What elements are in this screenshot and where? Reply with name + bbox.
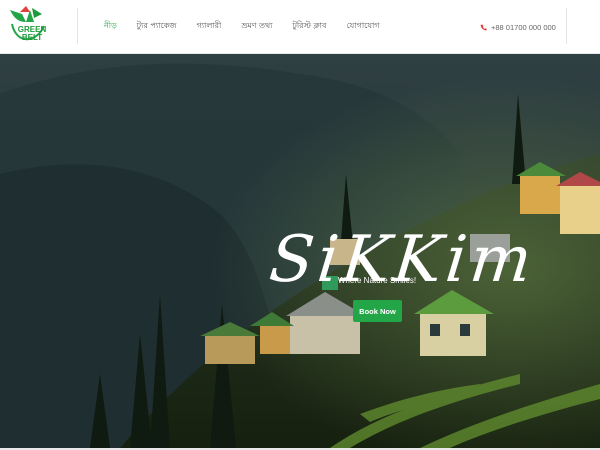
logo-text: GREEN BELT xyxy=(12,26,52,42)
nav-item-gallery[interactable]: গ্যালারী xyxy=(196,20,221,34)
hero-banner: SiKKim Where Nature Smiles! Book Now xyxy=(0,54,600,448)
main-nav: নীড় ট্যুর প্যাকেজ গ্যালারী ভ্রমণ তথ্য ট… xyxy=(104,20,400,34)
nav-item-contact[interactable]: যোগাযোগ xyxy=(346,20,379,34)
hero-subtitle: Where Nature Smiles! xyxy=(337,276,417,285)
phone-icon xyxy=(480,24,487,31)
phone-number: +88 01700 000 000 xyxy=(491,22,556,32)
site-header: GREEN BELT নীড় ট্যুর প্যাকেজ গ্যালারী ভ… xyxy=(0,0,600,54)
logo-line-belt: BELT xyxy=(21,33,43,42)
book-now-button[interactable]: Book Now xyxy=(353,300,402,322)
green-belt-logo[interactable]: GREEN BELT xyxy=(6,4,50,48)
hero-title: SiKKim xyxy=(266,223,539,297)
nav-item-tourist-club[interactable]: টুরিস্ট ক্লাব xyxy=(293,20,327,34)
header-divider-right xyxy=(566,8,567,44)
nav-item-tour-package[interactable]: ট্যুর প্যাকেজ xyxy=(137,20,177,34)
header-phone[interactable]: +88 01700 000 000 xyxy=(480,21,556,33)
header-divider xyxy=(77,8,78,44)
nav-item-travel-info[interactable]: ভ্রমণ তথ্য xyxy=(241,20,272,34)
nav-item-home[interactable]: নীড় xyxy=(104,20,117,34)
